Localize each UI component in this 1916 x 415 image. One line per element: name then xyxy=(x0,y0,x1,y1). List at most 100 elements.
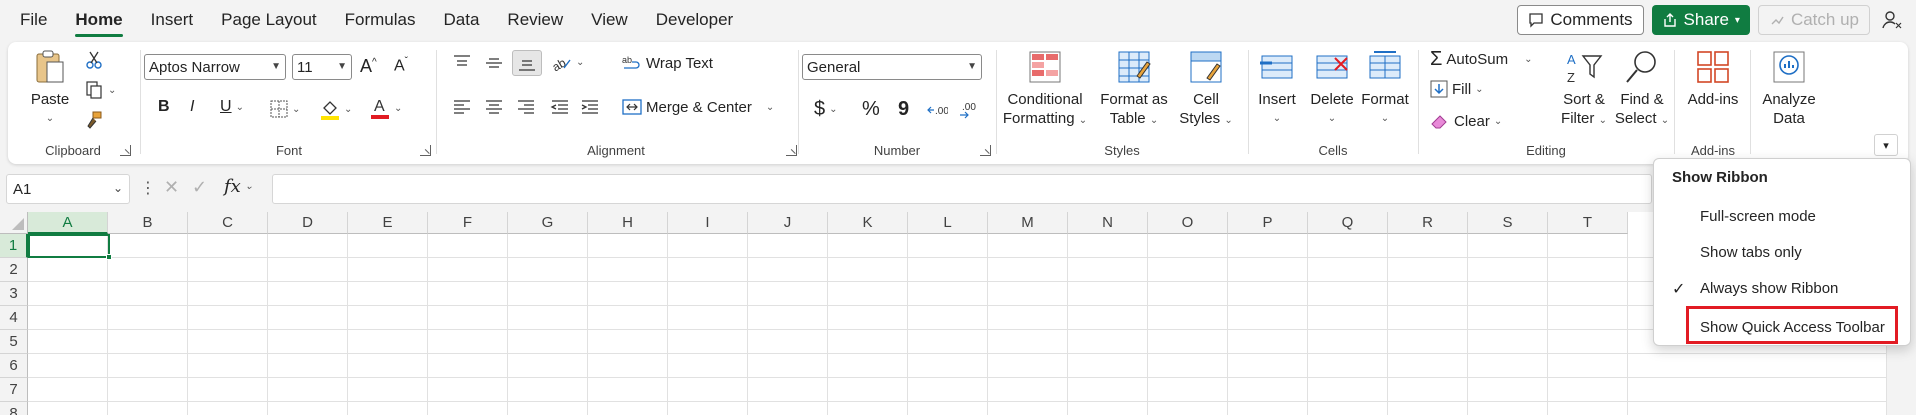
decrease-font-button[interactable]: Aˇ xyxy=(394,56,408,75)
row-header[interactable]: 6 xyxy=(0,354,28,378)
row-header[interactable]: 7 xyxy=(0,378,28,402)
column-header[interactable]: H xyxy=(588,212,668,234)
row-header[interactable]: 1 xyxy=(0,234,28,258)
column-header[interactable]: C xyxy=(188,212,268,234)
more-options-icon[interactable]: ⋮ xyxy=(140,178,156,198)
column-header[interactable]: I xyxy=(668,212,748,234)
formula-input[interactable] xyxy=(272,174,1652,204)
column-header[interactable]: L xyxy=(908,212,988,234)
column-header[interactable]: Q xyxy=(1308,212,1388,234)
cut-button[interactable] xyxy=(84,50,104,70)
align-left-button[interactable] xyxy=(452,98,472,116)
column-header[interactable]: N xyxy=(1068,212,1148,234)
italic-button[interactable]: I xyxy=(190,98,194,116)
paste-button[interactable]: Paste ⌄ xyxy=(26,48,74,128)
font-size-combo[interactable]: 11 ▼ xyxy=(292,54,352,80)
format-cells-button[interactable]: Format ⌄ xyxy=(1358,48,1412,128)
column-header[interactable]: G xyxy=(508,212,588,234)
orientation-button[interactable]: ab ⌄ xyxy=(550,52,584,72)
tab-file[interactable]: File xyxy=(0,0,61,40)
number-launcher-icon[interactable] xyxy=(980,145,991,156)
ribbon-display-options-button[interactable]: ▾ xyxy=(1874,134,1898,156)
fill-button[interactable]: Fill ⌄ xyxy=(1430,80,1484,98)
account-icon[interactable] xyxy=(1878,6,1906,34)
borders-button[interactable]: ⌄ xyxy=(270,100,300,118)
format-as-table-button[interactable]: Format as Table ⌄ xyxy=(1094,48,1174,130)
column-header[interactable]: S xyxy=(1468,212,1548,234)
bold-button[interactable]: B xyxy=(158,98,170,116)
number-format-combo[interactable]: General ▼ xyxy=(802,54,982,80)
conditional-formatting-button[interactable]: Conditional Formatting ⌄ xyxy=(1000,48,1090,130)
enter-icon[interactable]: ✓ xyxy=(192,177,207,198)
comments-button[interactable]: Comments xyxy=(1517,5,1644,35)
share-button[interactable]: Share ▾ xyxy=(1651,5,1750,35)
align-middle-button[interactable] xyxy=(484,54,504,72)
tab-formulas[interactable]: Formulas xyxy=(331,0,430,40)
active-cell[interactable] xyxy=(28,234,110,258)
format-painter-button[interactable] xyxy=(84,110,104,130)
column-header[interactable]: K xyxy=(828,212,908,234)
column-header[interactable]: F xyxy=(428,212,508,234)
column-header[interactable]: E xyxy=(348,212,428,234)
align-right-button[interactable] xyxy=(516,98,536,116)
column-header[interactable]: J xyxy=(748,212,828,234)
row-header[interactable]: 4 xyxy=(0,306,28,330)
percent-button[interactable]: % xyxy=(862,98,880,121)
select-all-corner[interactable] xyxy=(0,212,28,234)
delete-cells-button[interactable]: Delete ⌄ xyxy=(1306,48,1358,128)
decrease-indent-button[interactable] xyxy=(550,98,570,116)
increase-font-button[interactable]: A^ xyxy=(360,56,377,77)
wrap-text-button[interactable]: ab Wrap Text xyxy=(622,54,713,72)
insert-function-button[interactable]: fx ⌄ xyxy=(224,176,253,197)
tab-insert[interactable]: Insert xyxy=(137,0,208,40)
cancel-icon[interactable]: ✕ xyxy=(164,177,179,198)
column-header[interactable]: A xyxy=(28,212,108,234)
font-launcher-icon[interactable] xyxy=(420,145,431,156)
tab-developer[interactable]: Developer xyxy=(642,0,748,40)
align-center-button[interactable] xyxy=(484,98,504,116)
column-header[interactable]: T xyxy=(1548,212,1628,234)
column-header[interactable]: M xyxy=(988,212,1068,234)
font-color-button[interactable]: A ⌄ xyxy=(370,96,402,120)
currency-button[interactable]: $ ⌄ xyxy=(814,98,838,121)
column-header[interactable]: B xyxy=(108,212,188,234)
menu-item-full-screen[interactable]: Full-screen mode xyxy=(1700,208,1816,225)
insert-cells-button[interactable]: Insert ⌄ xyxy=(1252,48,1302,128)
catch-up-button[interactable]: Catch up xyxy=(1757,5,1870,35)
comma-button[interactable]: 9 xyxy=(898,98,909,121)
decrease-decimal-button[interactable]: .00 xyxy=(958,100,980,120)
copy-button[interactable]: ⌄ xyxy=(84,80,116,100)
name-box[interactable]: A1 ⌄ xyxy=(6,174,130,204)
analyze-data-button[interactable]: Analyze Data xyxy=(1758,48,1820,128)
font-name-combo[interactable]: Aptos Narrow ▼ xyxy=(144,54,286,80)
find-select-button[interactable]: Find & Select ⌄ xyxy=(1614,48,1670,130)
row-header[interactable]: 2 xyxy=(0,258,28,282)
tab-review[interactable]: Review xyxy=(493,0,577,40)
alignment-launcher-icon[interactable] xyxy=(786,145,797,156)
clipboard-launcher-icon[interactable] xyxy=(120,145,131,156)
column-header[interactable]: O xyxy=(1148,212,1228,234)
row-header[interactable]: 3 xyxy=(0,282,28,306)
increase-decimal-button[interactable]: .00 xyxy=(926,100,948,120)
autosum-button[interactable]: Σ AutoSum ⌄ xyxy=(1430,48,1532,71)
fill-handle[interactable] xyxy=(106,254,112,260)
row-header[interactable]: 8 xyxy=(0,402,28,415)
sort-filter-button[interactable]: AZ Sort & Filter ⌄ xyxy=(1556,48,1612,130)
menu-item-show-tabs-only[interactable]: Show tabs only xyxy=(1700,244,1802,261)
merge-center-button[interactable]: Merge & Center ⌄ xyxy=(622,98,774,116)
column-header[interactable]: P xyxy=(1228,212,1308,234)
align-top-button[interactable] xyxy=(452,54,472,72)
fill-color-button[interactable]: ⌄ xyxy=(320,98,352,120)
column-header[interactable]: R xyxy=(1388,212,1468,234)
row-header[interactable]: 5 xyxy=(0,330,28,354)
tab-view[interactable]: View xyxy=(577,0,642,40)
increase-indent-button[interactable] xyxy=(580,98,600,116)
tab-page-layout[interactable]: Page Layout xyxy=(207,0,330,40)
align-bottom-button[interactable] xyxy=(512,50,542,76)
tab-home[interactable]: Home xyxy=(61,0,136,40)
clear-button[interactable]: Clear ⌄ xyxy=(1430,112,1502,130)
cell-styles-button[interactable]: Cell Styles ⌄ xyxy=(1174,48,1238,130)
underline-button[interactable]: U ⌄ xyxy=(220,98,244,116)
menu-item-always-show-ribbon[interactable]: Always show Ribbon xyxy=(1700,280,1838,297)
addins-button[interactable]: Add-ins xyxy=(1682,48,1744,109)
